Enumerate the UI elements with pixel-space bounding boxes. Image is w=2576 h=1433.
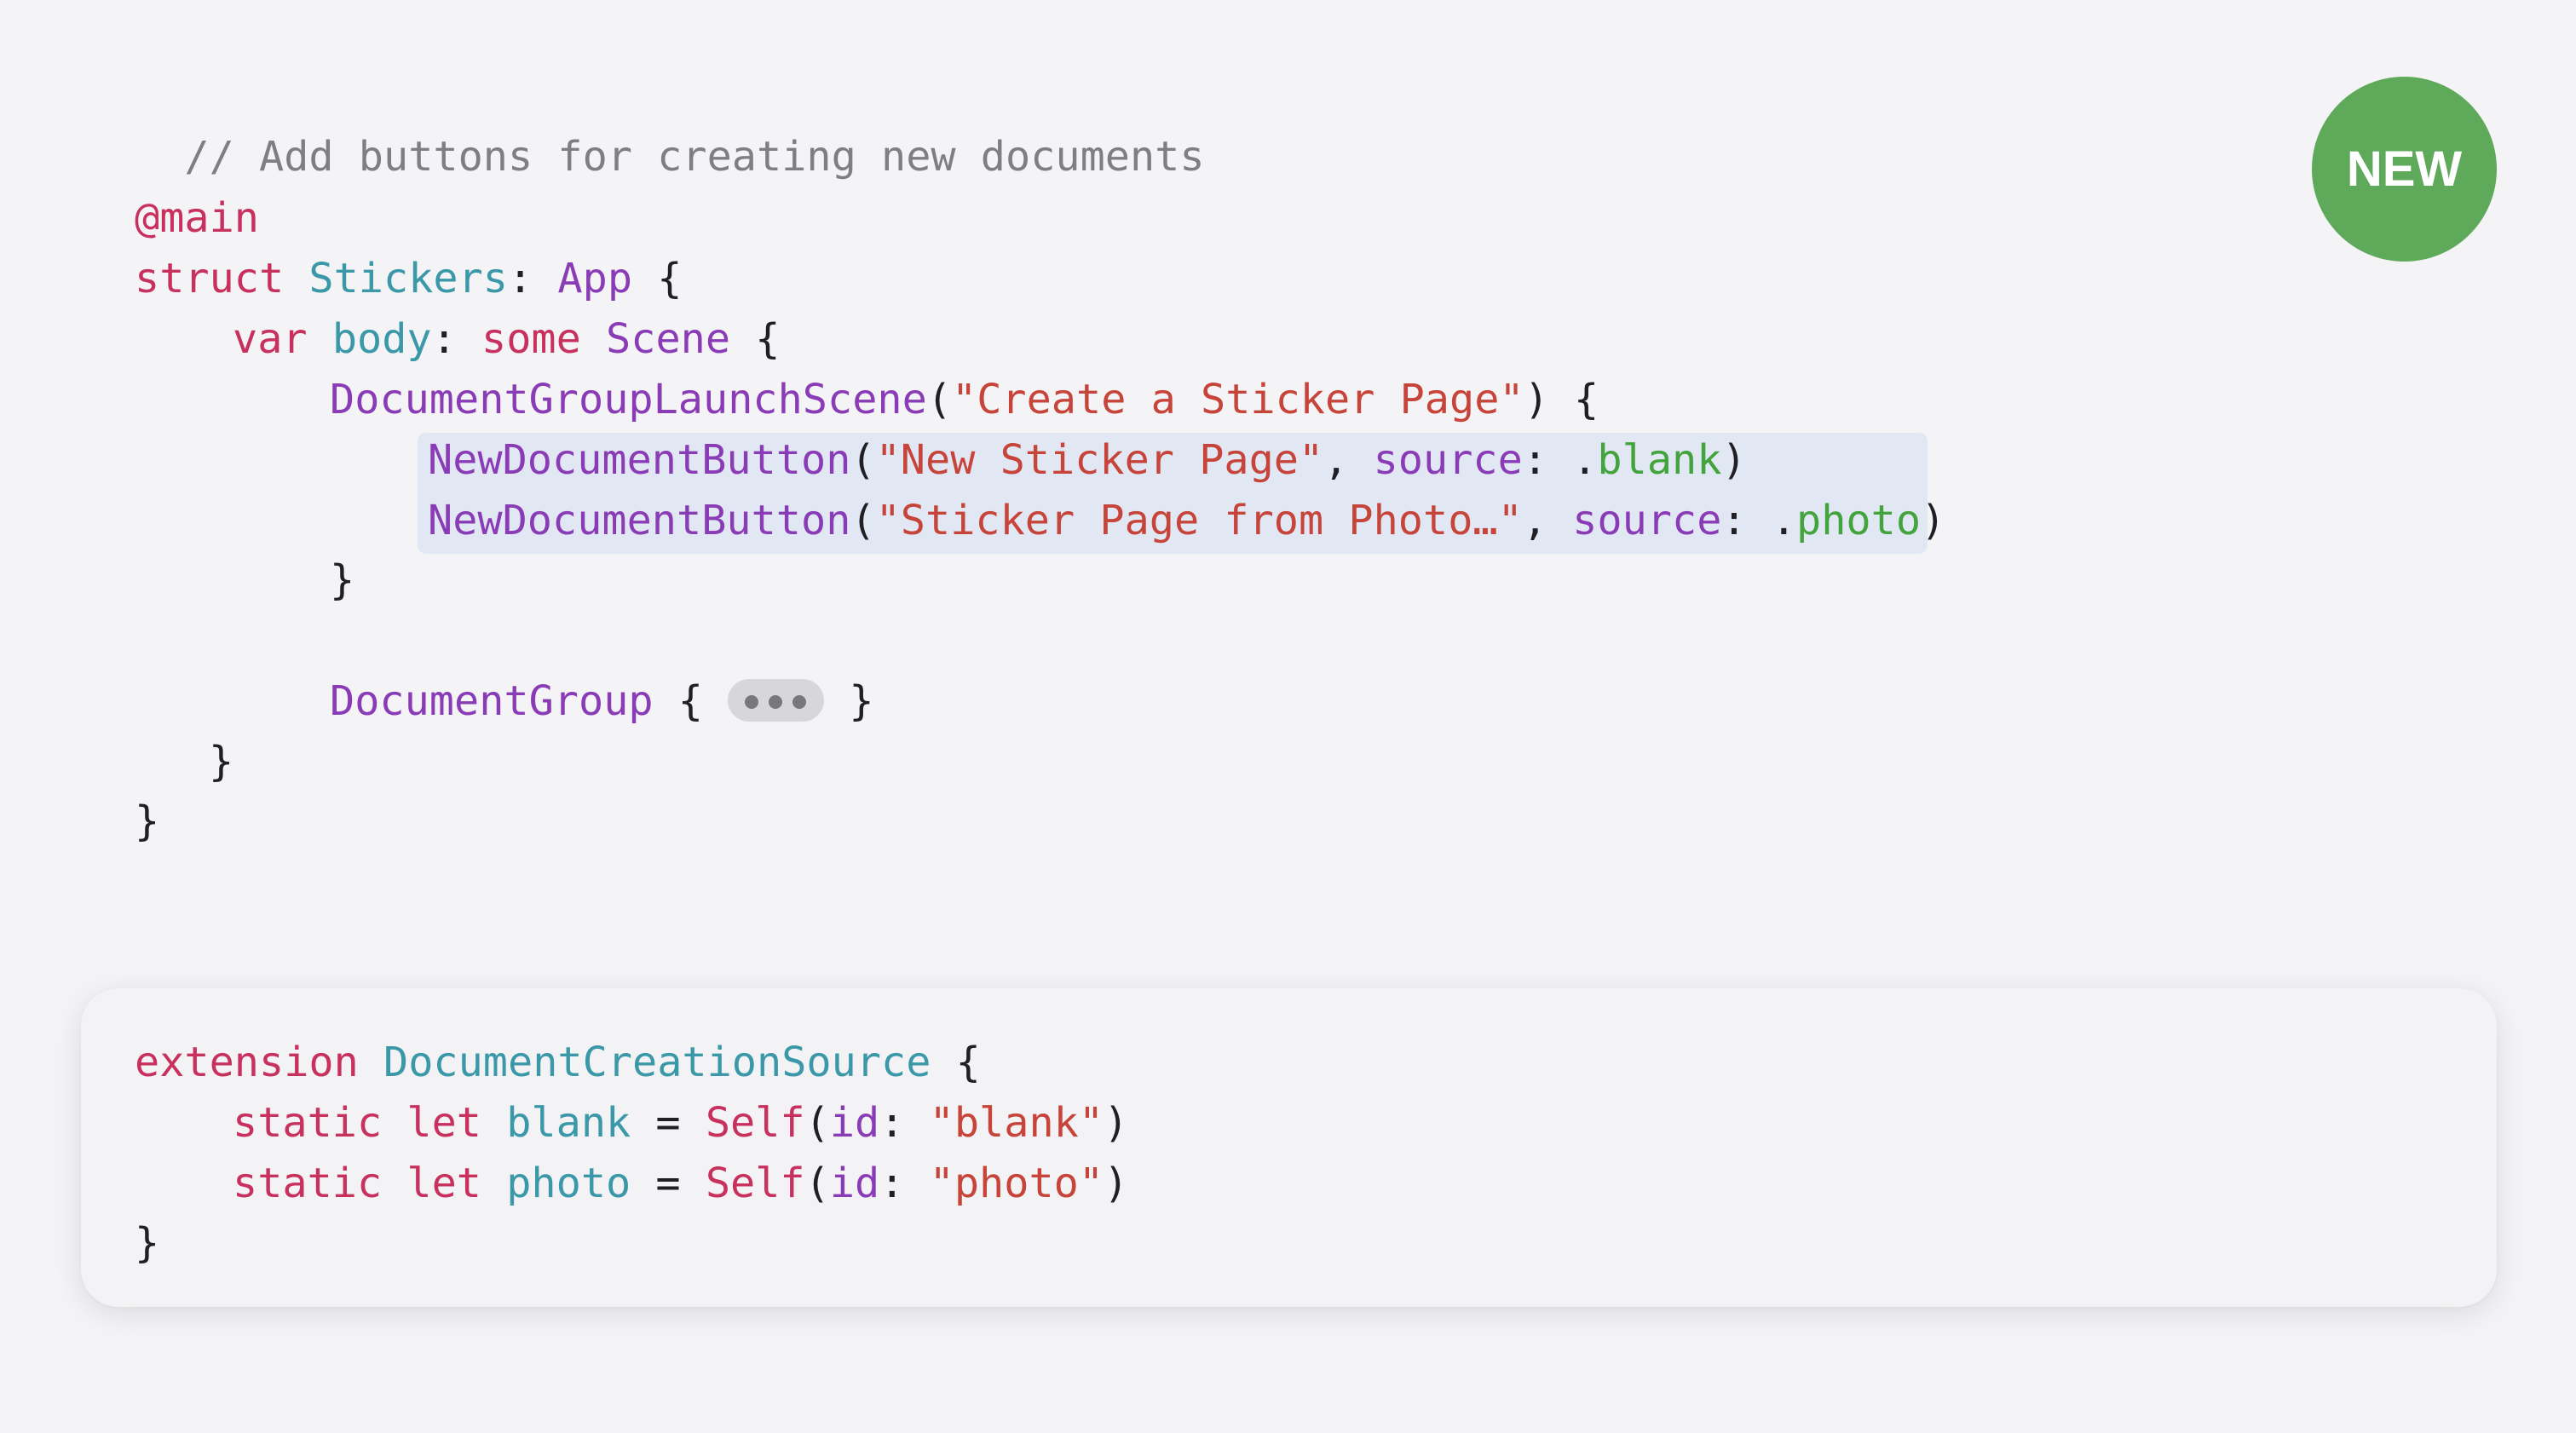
code-line-main: @main	[135, 188, 259, 248]
document-group-type: DocumentGroup	[330, 677, 654, 725]
source-blank: blank	[1597, 436, 1722, 484]
static-keyword: static	[233, 1160, 383, 1207]
code-line-extension: extension DocumentCreationSource {	[135, 1039, 981, 1086]
app-type: App	[557, 255, 633, 302]
self-keyword: Self	[705, 1099, 805, 1147]
code-comment: // Add buttons for creating new document…	[184, 133, 1205, 181]
self-keyword: Self	[705, 1160, 805, 1207]
code-line-button-photo: NewDocumentButton("Sticker Page from Pho…	[428, 497, 1946, 544]
code-line-close-struct: }	[135, 797, 160, 845]
extension-keyword: extension	[135, 1039, 359, 1086]
code-line-button-blank: NewDocumentButton("New Sticker Page", so…	[428, 436, 1747, 484]
var-keyword: var	[233, 315, 308, 363]
code-line-comment: // Add buttons for creating new document…	[135, 67, 1205, 187]
source-label: source	[1572, 497, 1722, 544]
body-name: body	[331, 315, 432, 363]
code-line-static-photo: static let photo = Self(id: "photo")	[233, 1160, 1129, 1207]
id-label: id	[829, 1099, 880, 1147]
main-attribute: @main	[135, 194, 259, 242]
launch-scene-type: DocumentGroupLaunchScene	[330, 376, 927, 423]
launch-scene-title: "Create a Sticker Page"	[952, 376, 1524, 423]
code-line-document-group: DocumentGroup { }	[330, 677, 874, 725]
code-line-close-extension: }	[135, 1219, 160, 1267]
source-photo: photo	[1796, 497, 1922, 544]
struct-name: Stickers	[308, 255, 509, 302]
id-label: id	[829, 1160, 880, 1207]
photo-id-value: "photo"	[929, 1160, 1104, 1207]
code-line-body: var body: some Scene {	[233, 315, 781, 363]
extension-type: DocumentCreationSource	[383, 1039, 931, 1086]
blank-id-value: "blank"	[929, 1099, 1104, 1147]
some-keyword: some	[481, 315, 581, 363]
code-line-close-body: }	[209, 738, 234, 786]
button-photo-title: "Sticker Page from Photo…"	[875, 497, 1523, 544]
code-line-close-launch: }	[330, 556, 355, 604]
static-keyword: static	[233, 1099, 383, 1147]
button-blank-title: "New Sticker Page"	[875, 436, 1324, 484]
let-keyword: let	[406, 1160, 482, 1207]
ellipsis-fold-icon[interactable]	[728, 679, 825, 722]
code-line-static-blank: static let blank = Self(id: "blank")	[233, 1099, 1129, 1147]
code-line-launch-scene: DocumentGroupLaunchScene("Create a Stick…	[330, 376, 1599, 423]
struct-keyword: struct	[135, 255, 285, 302]
photo-property: photo	[506, 1160, 631, 1207]
new-badge: NEW	[2312, 77, 2497, 262]
blank-property: blank	[506, 1099, 631, 1147]
let-keyword: let	[406, 1099, 482, 1147]
code-line-struct: struct Stickers: App {	[135, 255, 683, 302]
scene-type: Scene	[606, 315, 731, 363]
new-document-button-type: NewDocumentButton	[428, 436, 851, 484]
new-document-button-type: NewDocumentButton	[428, 497, 851, 544]
source-label: source	[1373, 436, 1523, 484]
